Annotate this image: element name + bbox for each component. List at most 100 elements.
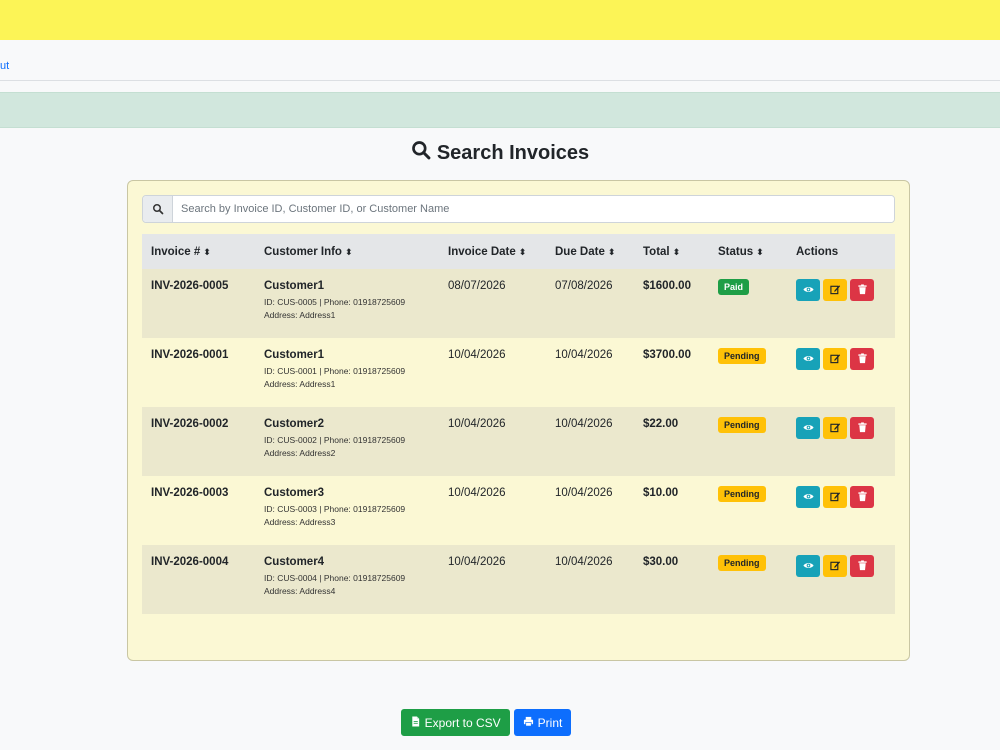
status-cell: Paid <box>709 269 787 338</box>
header-total[interactable]: Total ⬍ <box>634 234 709 269</box>
edit-button[interactable] <box>823 486 847 508</box>
status-badge: Pending <box>718 486 766 502</box>
eye-icon <box>802 490 814 505</box>
search-input[interactable] <box>173 196 894 222</box>
customer-name: Customer3 <box>264 487 325 499</box>
status-badge: Paid <box>718 279 750 295</box>
actions-cell <box>787 338 895 407</box>
customer-name: Customer1 <box>264 349 325 361</box>
status-cell: Pending <box>709 338 787 407</box>
trash-icon <box>857 559 868 574</box>
print-icon <box>523 716 534 730</box>
page-title: Search Invoices <box>0 140 1000 166</box>
nav-link-logout[interactable]: ut <box>0 60 9 72</box>
search-icon <box>411 140 431 166</box>
actions-cell <box>787 476 895 545</box>
alert-bar <box>0 92 1000 128</box>
customer-id-phone: ID: CUS-0005 | Phone: 01918725609 <box>264 297 406 307</box>
status-cell: Pending <box>709 407 787 476</box>
invoice-date: 10/04/2026 <box>448 418 506 430</box>
invoice-table: Invoice # ⬍ Customer Info ⬍ Invoice Date ⬍ … <box>142 234 895 614</box>
customer-id-phone: ID: CUS-0004 | Phone: 01918725609 <box>264 573 406 583</box>
trash-icon <box>857 283 868 298</box>
customer-name: Customer4 <box>264 556 325 568</box>
customer-info: Customer2 ID: CUS-0002 | Phone: 019187256… <box>255 407 439 476</box>
customer-address: Address: Address2 <box>264 448 336 458</box>
customer-info: Customer1 ID: CUS-0005 | Phone: 019187256… <box>255 269 439 338</box>
invoice-number: INV-2026-0001 <box>151 349 229 361</box>
edit-icon <box>829 559 841 574</box>
customer-name: Customer2 <box>264 418 325 430</box>
footer-actions: Export to CSV Print <box>0 709 1000 736</box>
edit-icon <box>829 490 841 505</box>
sort-icon: ⬍ <box>756 246 764 257</box>
header-invoice-date[interactable]: Invoice Date ⬍ <box>439 234 546 269</box>
header-invoice[interactable]: Invoice # ⬍ <box>142 234 255 269</box>
top-banner <box>0 0 1000 40</box>
status-badge: Pending <box>718 555 766 571</box>
file-icon <box>410 715 421 730</box>
sort-icon: ⬍ <box>672 246 681 257</box>
sort-icon: ⬍ <box>518 246 527 257</box>
view-button[interactable] <box>796 486 820 508</box>
invoice-number: INV-2026-0003 <box>151 487 229 499</box>
page-title-text: Search Invoices <box>436 141 590 164</box>
view-button[interactable] <box>796 417 820 439</box>
delete-button[interactable] <box>850 348 874 370</box>
sort-icon: ⬍ <box>203 246 211 257</box>
delete-button[interactable] <box>850 417 874 439</box>
due-date: 10/04/2026 <box>555 556 613 568</box>
view-button[interactable] <box>796 279 820 301</box>
status-badge: Pending <box>718 348 766 364</box>
invoice-total: $30.00 <box>643 556 679 568</box>
trash-icon <box>857 490 868 505</box>
header-due-date[interactable]: Due Date ⬍ <box>546 234 634 269</box>
view-button[interactable] <box>796 348 820 370</box>
print-button[interactable]: Print <box>513 709 572 736</box>
customer-info: Customer4 ID: CUS-0004 | Phone: 019187256… <box>255 545 439 614</box>
table-row: INV-2026-0003 Customer3 ID: CUS-0003 | Pho… <box>142 476 895 545</box>
view-button[interactable] <box>796 555 820 577</box>
header-actions: Actions <box>796 245 839 258</box>
edit-button[interactable] <box>823 417 847 439</box>
invoice-total: $10.00 <box>643 487 679 499</box>
sort-icon: ⬍ <box>344 246 353 257</box>
actions-cell <box>787 545 895 614</box>
edit-button[interactable] <box>823 348 847 370</box>
delete-button[interactable] <box>850 555 874 577</box>
invoice-number: INV-2026-0004 <box>151 556 229 568</box>
customer-address: Address: Address1 <box>264 379 336 389</box>
edit-icon <box>829 352 841 367</box>
invoice-total: $22.00 <box>643 418 679 430</box>
header-customer-info[interactable]: Customer Info ⬍ <box>255 234 439 269</box>
trash-icon <box>857 352 868 367</box>
customer-info: Customer1 ID: CUS-0001 | Phone: 019187256… <box>255 338 439 407</box>
delete-button[interactable] <box>850 279 874 301</box>
table-row: INV-2026-0002 Customer2 ID: CUS-0002 | Pho… <box>142 407 895 476</box>
table-row: INV-2026-0001 Customer1 ID: CUS-0001 | Pho… <box>142 338 895 407</box>
edit-button[interactable] <box>823 279 847 301</box>
edit-button[interactable] <box>823 555 847 577</box>
customer-name: Customer1 <box>264 280 325 292</box>
table-row: INV-2026-0004 Customer4 ID: CUS-0004 | Pho… <box>142 545 895 614</box>
invoice-number: INV-2026-0005 <box>151 280 229 292</box>
status-cell: Pending <box>709 476 787 545</box>
invoice-date: 10/04/2026 <box>448 487 506 499</box>
sort-icon: ⬍ <box>607 246 616 257</box>
due-date: 10/04/2026 <box>555 418 613 430</box>
search-group <box>142 195 895 223</box>
header-status[interactable]: Status ⬍ <box>709 234 787 269</box>
status-cell: Pending <box>709 545 787 614</box>
export-csv-button[interactable]: Export to CSV <box>400 709 510 736</box>
delete-button[interactable] <box>850 486 874 508</box>
edit-icon <box>829 421 841 436</box>
customer-id-phone: ID: CUS-0002 | Phone: 01918725609 <box>264 435 406 445</box>
actions-cell <box>787 269 895 338</box>
invoice-date: 08/07/2026 <box>448 280 506 292</box>
navbar: ut <box>0 40 1000 81</box>
trash-icon <box>857 421 868 436</box>
customer-address: Address: Address4 <box>264 586 336 596</box>
invoice-total: $1600.00 <box>643 280 691 292</box>
customer-address: Address: Address1 <box>264 310 336 320</box>
table-row: INV-2026-0005 Customer1 ID: CUS-0005 | Pho… <box>142 269 895 338</box>
